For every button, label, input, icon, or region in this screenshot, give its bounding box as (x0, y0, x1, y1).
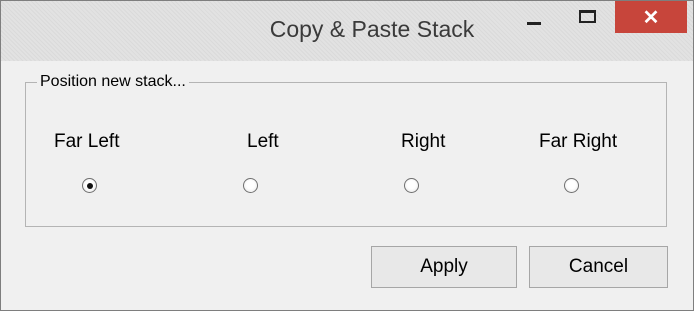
option-label-far-left: Far Left (54, 131, 120, 152)
minimize-icon (527, 21, 541, 25)
position-groupbox (25, 82, 667, 227)
title-bar[interactable]: Copy & Paste Stack ✕ (1, 1, 693, 61)
maximize-button[interactable] (564, 1, 610, 37)
cancel-button[interactable]: Cancel (529, 246, 668, 288)
option-label-left: Left (247, 131, 279, 152)
close-button[interactable]: ✕ (615, 1, 687, 33)
radio-left[interactable] (243, 178, 258, 193)
maximize-icon (578, 9, 596, 23)
radio-right[interactable] (404, 178, 419, 193)
radio-far-left[interactable] (82, 178, 97, 193)
option-label-right: Right (401, 131, 446, 152)
dialog-window: Copy & Paste Stack ✕ Position new stack.… (0, 0, 694, 311)
close-icon: ✕ (642, 6, 660, 29)
apply-button[interactable]: Apply (371, 246, 517, 288)
option-label-far-right: Far Right (539, 131, 618, 152)
groupbox-label: Position new stack... (37, 73, 189, 91)
radio-far-right[interactable] (564, 178, 579, 193)
minimize-button[interactable] (511, 1, 557, 37)
